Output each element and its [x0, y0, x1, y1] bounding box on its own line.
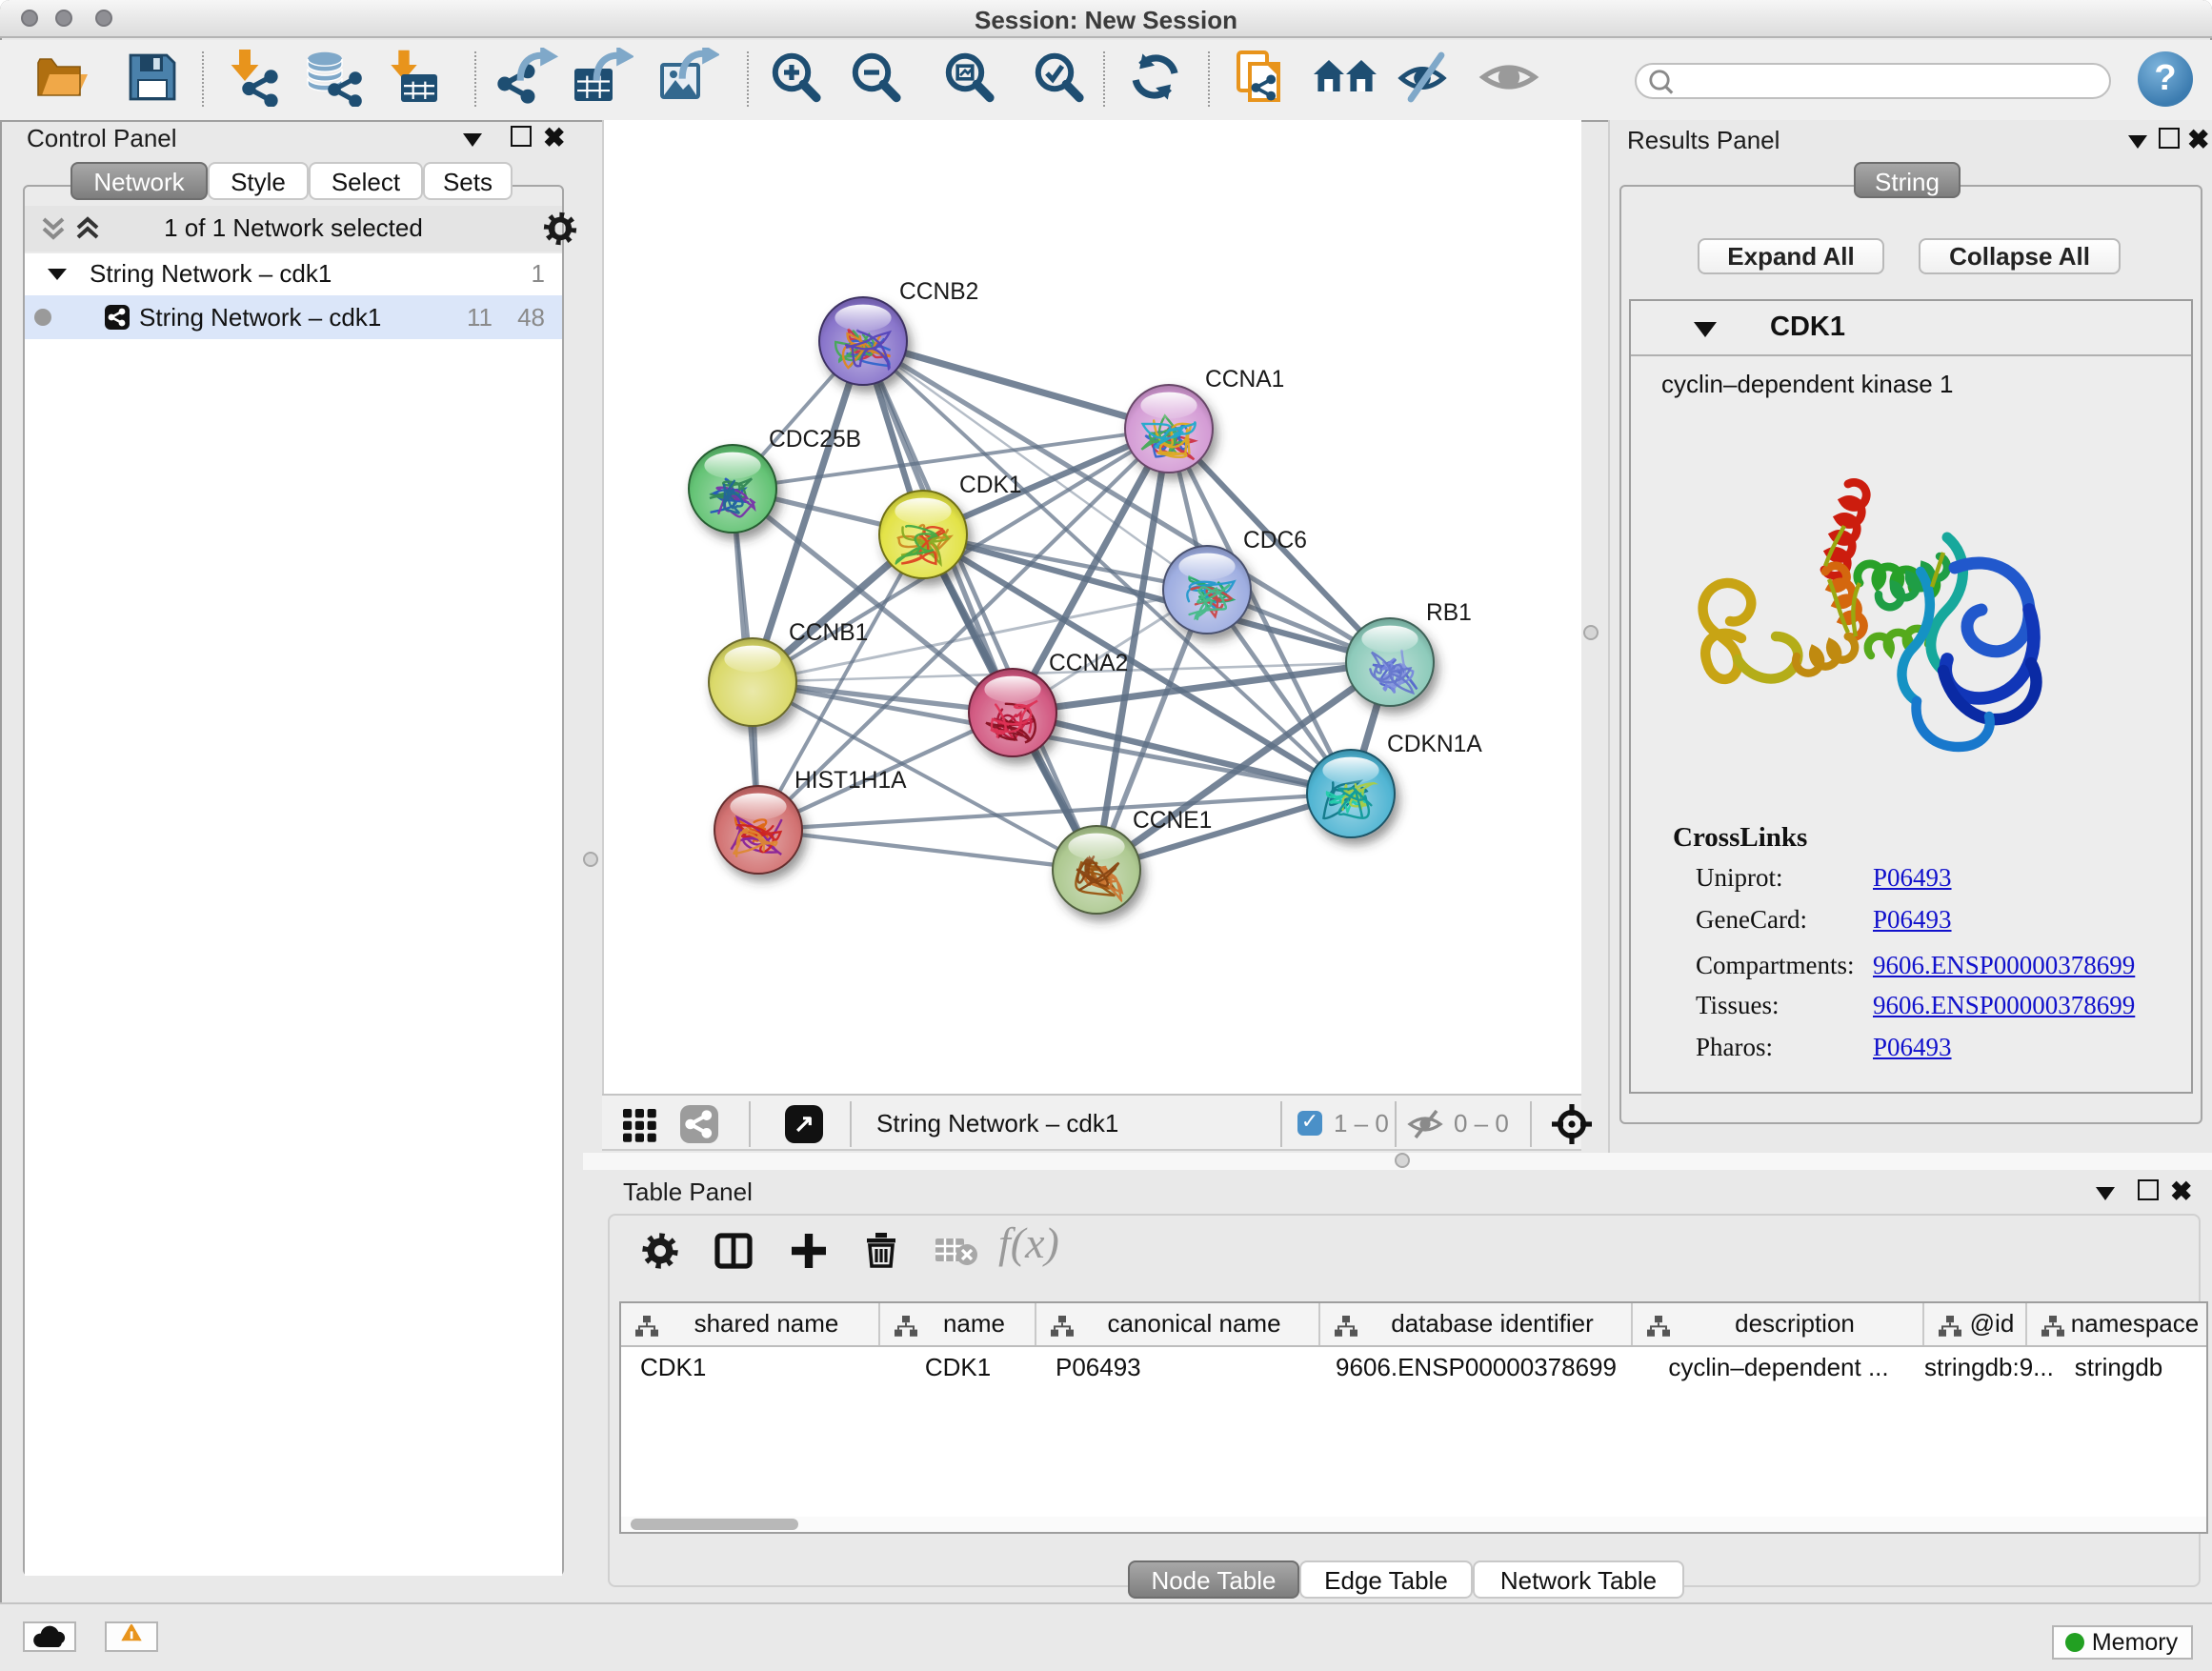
svg-text:CDC25B: CDC25B — [769, 427, 861, 453]
svg-text:CCNA1: CCNA1 — [1205, 367, 1284, 393]
svg-text:CCNB2: CCNB2 — [899, 279, 978, 305]
svg-text:CDKN1A: CDKN1A — [1387, 732, 1482, 757]
svg-text:CCNB1: CCNB1 — [789, 620, 868, 646]
svg-text:CDC6: CDC6 — [1243, 528, 1307, 554]
svg-text:CCNE1: CCNE1 — [1133, 808, 1212, 834]
svg-text:CDK1: CDK1 — [959, 473, 1022, 498]
svg-text:HIST1H1A: HIST1H1A — [794, 768, 907, 794]
svg-text:CCNA2: CCNA2 — [1049, 651, 1128, 676]
svg-text:RB1: RB1 — [1426, 600, 1472, 626]
